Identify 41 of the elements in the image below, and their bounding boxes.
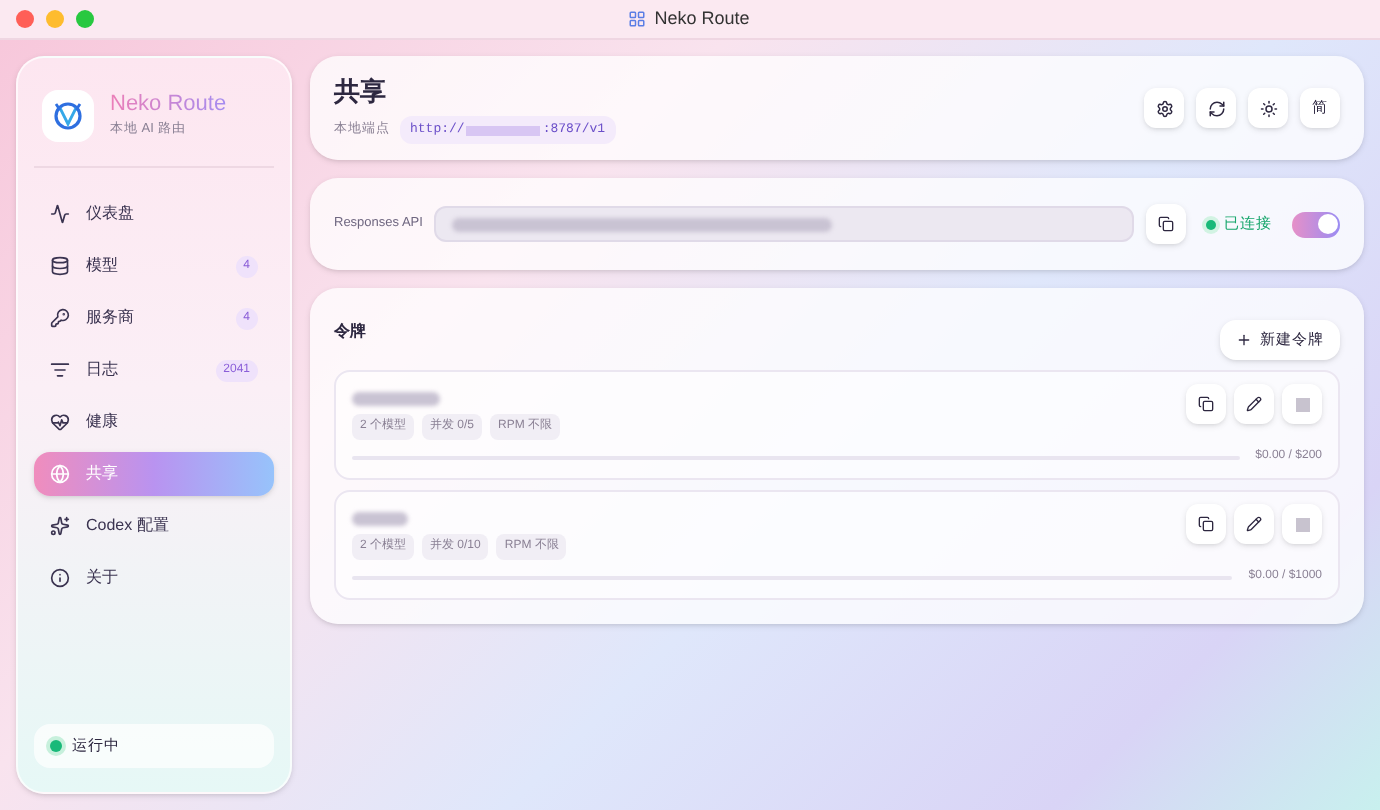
edit-button[interactable]: [1234, 504, 1274, 544]
nav-icon: [50, 308, 70, 328]
sidebar-item[interactable]: Codex 配置: [34, 504, 274, 548]
copy-button[interactable]: [1186, 384, 1226, 424]
sidebar-item[interactable]: 健康: [34, 400, 274, 444]
nav-icon: [50, 256, 70, 276]
settings-button[interactable]: [1144, 88, 1184, 128]
nav-icon: [50, 568, 70, 588]
square-icon: [1295, 517, 1309, 531]
copy-button[interactable]: [1186, 504, 1226, 544]
copy-icon: [1198, 516, 1214, 532]
theme-button[interactable]: [1248, 88, 1288, 128]
enable-toggle[interactable]: [1292, 211, 1340, 237]
redacted-text: [352, 512, 408, 526]
logo-icon: [42, 90, 94, 142]
section-title: 令牌: [334, 320, 366, 344]
app-icon: [628, 10, 647, 28]
pencil-icon: [1246, 516, 1262, 532]
sidebar-item[interactable]: 仪表盘: [34, 192, 274, 236]
refresh-icon: [1207, 99, 1225, 117]
redacted-text: [352, 392, 440, 406]
nav-icon: [50, 516, 70, 536]
copy-icon: [1158, 216, 1174, 232]
nav-icon: [50, 360, 70, 380]
sun-icon: [1259, 99, 1277, 117]
copy-icon: [1198, 396, 1214, 412]
sidebar-item[interactable]: 关于: [34, 556, 274, 600]
plus-icon: [1236, 332, 1252, 348]
window-title: Neko Route: [654, 5, 750, 32]
close-button[interactable]: [16, 10, 34, 28]
copy-button[interactable]: [1146, 204, 1186, 244]
nav-icon: [50, 464, 70, 484]
settings-icon: [1155, 99, 1173, 117]
edit-button[interactable]: [1234, 384, 1274, 424]
nav-icon: [50, 204, 70, 224]
refresh-button[interactable]: [1196, 88, 1236, 128]
nav-icon: [50, 412, 70, 432]
square-icon: [1295, 397, 1309, 411]
api-key-field[interactable]: [434, 206, 1134, 242]
page-title: 共享: [334, 73, 388, 110]
pencil-icon: [1246, 396, 1262, 412]
